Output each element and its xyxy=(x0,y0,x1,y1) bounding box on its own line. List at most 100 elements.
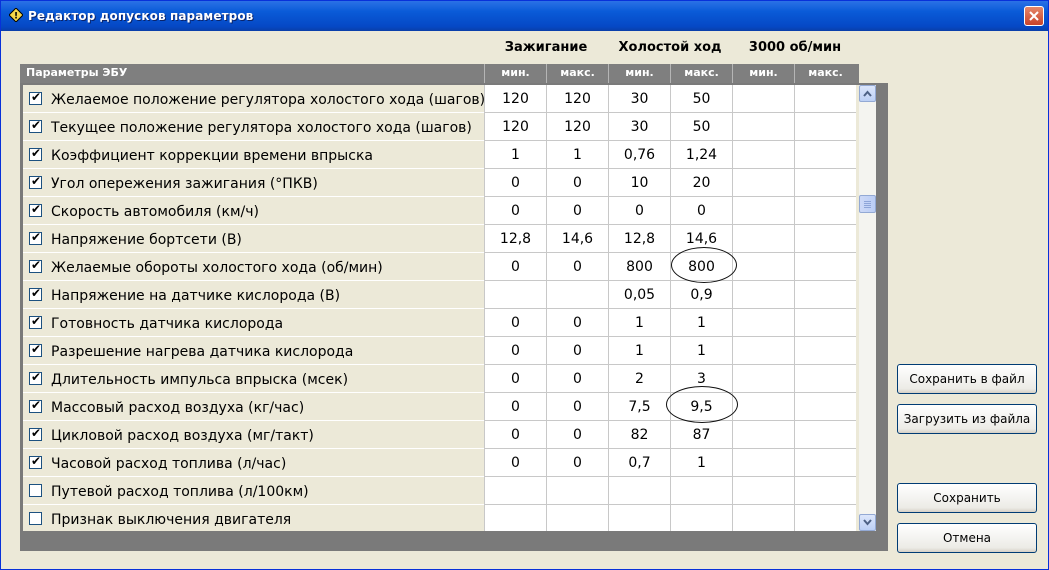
value-cell-idle-min[interactable]: 1 xyxy=(608,309,670,337)
table-row[interactable]: ✔ Напряжение на датчике кислорода (В) 0,05… xyxy=(23,281,859,309)
value-cell-ignition-max[interactable]: 120 xyxy=(546,85,608,113)
value-cell-ignition-min[interactable]: 0 xyxy=(484,393,546,421)
value-cell-3000-min[interactable] xyxy=(732,449,794,477)
value-cell-ignition-min[interactable]: 0 xyxy=(484,337,546,365)
value-cell-ignition-max[interactable]: 0 xyxy=(546,337,608,365)
parameter-checkbox[interactable]: ✔ xyxy=(29,202,42,217)
value-cell-3000-max[interactable] xyxy=(794,365,856,393)
value-cell-idle-max[interactable]: 0,9 xyxy=(670,281,732,309)
value-cell-idle-min[interactable]: 10 xyxy=(608,169,670,197)
parameter-checkbox[interactable]: ✔ xyxy=(29,258,42,273)
value-cell-3000-max[interactable] xyxy=(794,169,856,197)
table-row[interactable]: ✔ Желаемое положение регулятора холостого… xyxy=(23,85,859,113)
parameter-checkbox[interactable]: ✔ xyxy=(29,398,42,413)
save-to-file-button[interactable]: Сохранить в файл xyxy=(897,364,1037,394)
value-cell-idle-max[interactable]: 50 xyxy=(670,85,732,113)
value-cell-idle-min[interactable]: 0 xyxy=(608,197,670,225)
value-cell-3000-max[interactable] xyxy=(794,141,856,169)
parameter-checkbox[interactable] xyxy=(29,484,42,497)
value-cell-ignition-min[interactable]: 0 xyxy=(484,169,546,197)
column-header-ignition-min[interactable]: мин. xyxy=(484,64,546,83)
value-cell-ignition-min[interactable]: 0 xyxy=(484,421,546,449)
value-cell-idle-max[interactable] xyxy=(670,505,732,531)
value-cell-ignition-max[interactable]: 14,6 xyxy=(546,225,608,253)
parameter-checkbox[interactable] xyxy=(29,512,42,525)
column-header-3000-min[interactable]: мин. xyxy=(732,64,794,83)
table-row[interactable]: ✔ Напряжение бортсети (В) 12,8 14,6 12,8 14,6 xyxy=(23,225,859,253)
table-row[interactable]: ✔ Длительность импульса впрыска (мсек) 0 0 2… xyxy=(23,365,859,393)
value-cell-3000-min[interactable] xyxy=(732,281,794,309)
value-cell-ignition-min[interactable]: 0 xyxy=(484,449,546,477)
value-cell-3000-min[interactable] xyxy=(732,421,794,449)
table-row[interactable]: ✔ Часовой расход топлива (л/час) 0 0 0,7 1 xyxy=(23,449,859,477)
column-header-idle-max[interactable]: макс. xyxy=(670,64,732,83)
value-cell-ignition-max[interactable]: 1 xyxy=(546,141,608,169)
value-cell-ignition-min[interactable] xyxy=(484,281,546,309)
value-cell-3000-min[interactable] xyxy=(732,113,794,141)
column-header-idle-min[interactable]: мин. xyxy=(608,64,670,83)
cancel-button[interactable]: Отмена xyxy=(897,523,1037,553)
parameter-checkbox[interactable]: ✔ xyxy=(29,314,42,329)
value-cell-3000-min[interactable] xyxy=(732,393,794,421)
value-cell-idle-min[interactable] xyxy=(608,477,670,505)
value-cell-idle-min[interactable]: 82 xyxy=(608,421,670,449)
parameter-checkbox[interactable]: ✔ xyxy=(29,146,42,161)
value-cell-idle-max[interactable]: 20 xyxy=(670,169,732,197)
value-cell-idle-min[interactable]: 30 xyxy=(608,113,670,141)
value-cell-idle-min[interactable]: 7,5 xyxy=(608,393,670,421)
value-cell-ignition-max[interactable]: 0 xyxy=(546,421,608,449)
value-cell-ignition-min[interactable]: 120 xyxy=(484,85,546,113)
table-row[interactable]: ✔ Коэффициент коррекции времени впрыска 1 1… xyxy=(23,141,859,169)
value-cell-3000-min[interactable] xyxy=(732,253,794,281)
value-cell-3000-max[interactable] xyxy=(794,309,856,337)
title-bar[interactable]: ! Редактор допусков параметров xyxy=(1,1,1048,31)
value-cell-idle-min[interactable]: 12,8 xyxy=(608,225,670,253)
value-cell-3000-min[interactable] xyxy=(732,225,794,253)
value-cell-ignition-max[interactable] xyxy=(546,281,608,309)
value-cell-idle-max[interactable]: 1 xyxy=(670,337,732,365)
value-cell-3000-min[interactable] xyxy=(732,477,794,505)
value-cell-idle-min[interactable]: 2 xyxy=(608,365,670,393)
value-cell-ignition-min[interactable]: 0 xyxy=(484,253,546,281)
value-cell-ignition-min[interactable]: 12,8 xyxy=(484,225,546,253)
value-cell-3000-min[interactable] xyxy=(732,169,794,197)
value-cell-idle-min[interactable] xyxy=(608,505,670,531)
value-cell-ignition-max[interactable]: 120 xyxy=(546,113,608,141)
value-cell-idle-max[interactable]: 0 xyxy=(670,197,732,225)
value-cell-3000-max[interactable] xyxy=(794,281,856,309)
value-cell-ignition-max[interactable]: 0 xyxy=(546,449,608,477)
value-cell-idle-max[interactable] xyxy=(670,477,732,505)
scroll-thumb[interactable] xyxy=(859,195,876,213)
value-cell-3000-max[interactable] xyxy=(794,225,856,253)
scroll-down-button[interactable] xyxy=(859,514,876,531)
value-cell-3000-max[interactable] xyxy=(794,477,856,505)
parameter-checkbox[interactable]: ✔ xyxy=(29,370,42,385)
table-row[interactable]: ✔ Текущее положение регулятора холостого … xyxy=(23,113,859,141)
value-cell-3000-min[interactable] xyxy=(732,141,794,169)
value-cell-ignition-min[interactable]: 0 xyxy=(484,365,546,393)
value-cell-3000-min[interactable] xyxy=(732,197,794,225)
value-cell-ignition-max[interactable]: 0 xyxy=(546,253,608,281)
value-cell-ignition-max[interactable] xyxy=(546,477,608,505)
value-cell-ignition-min[interactable]: 120 xyxy=(484,113,546,141)
value-cell-idle-min[interactable]: 0,76 xyxy=(608,141,670,169)
value-cell-3000-min[interactable] xyxy=(732,309,794,337)
parameter-checkbox[interactable]: ✔ xyxy=(29,174,42,189)
parameter-checkbox[interactable]: ✔ xyxy=(29,454,42,469)
value-cell-3000-max[interactable] xyxy=(794,197,856,225)
parameter-checkbox[interactable]: ✔ xyxy=(29,90,42,105)
parameter-checkbox[interactable]: ✔ xyxy=(29,342,42,357)
parameter-checkbox[interactable]: ✔ xyxy=(29,230,42,245)
save-button[interactable]: Сохранить xyxy=(897,483,1037,513)
value-cell-3000-max[interactable] xyxy=(794,337,856,365)
load-from-file-button[interactable]: Загрузить из файла xyxy=(897,404,1037,434)
value-cell-ignition-max[interactable]: 0 xyxy=(546,365,608,393)
value-cell-idle-min[interactable]: 800 xyxy=(608,253,670,281)
scroll-up-button[interactable] xyxy=(859,85,876,102)
value-cell-ignition-max[interactable]: 0 xyxy=(546,309,608,337)
value-cell-3000-max[interactable] xyxy=(794,393,856,421)
value-cell-3000-max[interactable] xyxy=(794,253,856,281)
value-cell-idle-min[interactable]: 30 xyxy=(608,85,670,113)
value-cell-3000-max[interactable] xyxy=(794,449,856,477)
table-row[interactable]: ✔ Готовность датчика кислорода 0 0 1 1 xyxy=(23,309,859,337)
